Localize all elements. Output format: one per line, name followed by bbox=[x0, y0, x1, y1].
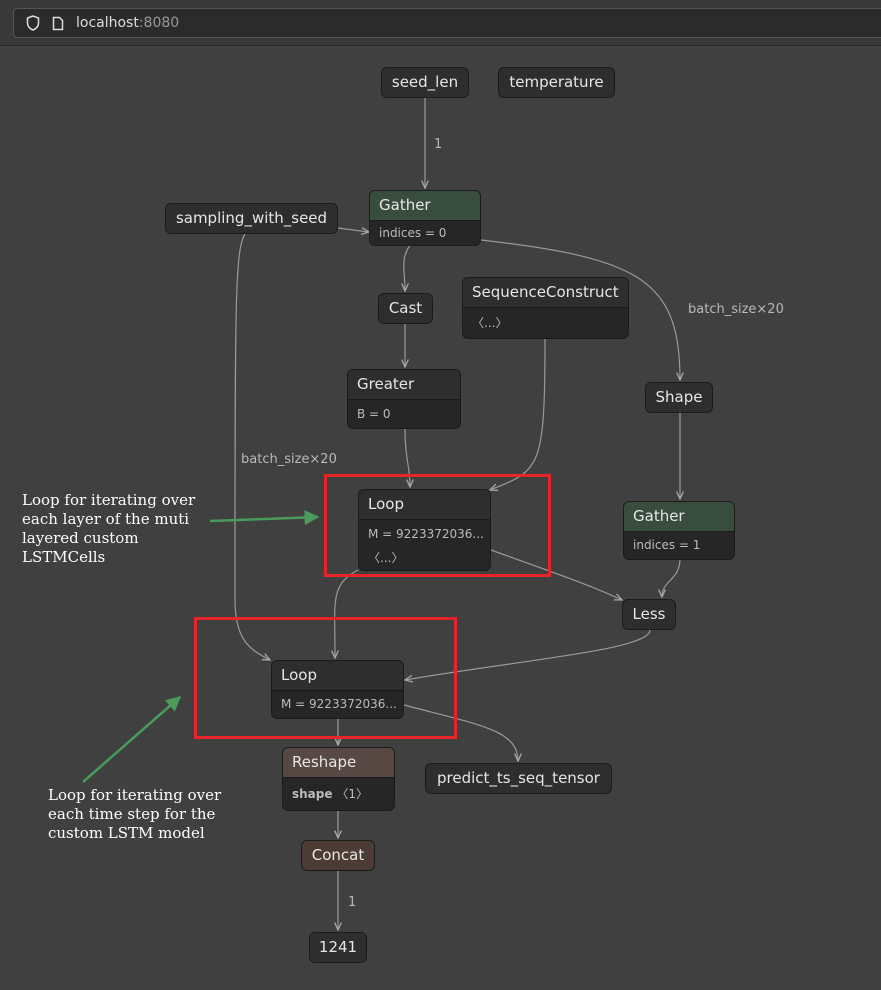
annotation-arrow bbox=[82, 696, 182, 783]
node-less[interactable]: Less bbox=[622, 599, 676, 630]
node-gather-0[interactable]: Gather indices = 0 bbox=[369, 190, 481, 246]
node-title: Gather bbox=[370, 191, 480, 221]
edge bbox=[490, 338, 546, 490]
edge-label: batch_size×20 bbox=[688, 302, 784, 317]
edge bbox=[234, 233, 270, 660]
node-attr: indices = 0 bbox=[379, 226, 447, 240]
node-shape[interactable]: Shape bbox=[645, 382, 713, 413]
attr-value: 〈1〉 bbox=[336, 787, 368, 801]
annotation-arrow bbox=[209, 510, 320, 525]
input-temperature[interactable]: temperature bbox=[498, 67, 615, 98]
node-cast[interactable]: Cast bbox=[378, 293, 433, 324]
output-1241[interactable]: 1241 bbox=[309, 932, 367, 963]
input-seed-len[interactable]: seed_len bbox=[381, 67, 469, 98]
node-sequence-construct[interactable]: SequenceConstruct 〈...〉 bbox=[462, 277, 629, 339]
edge bbox=[662, 558, 681, 597]
node-concat[interactable]: Concat bbox=[301, 840, 375, 871]
attr-key: shape bbox=[292, 787, 333, 801]
edge bbox=[337, 228, 369, 232]
node-attr: indices = 1 bbox=[633, 538, 701, 552]
node-title: Greater bbox=[348, 370, 460, 400]
edge-label: batch_size×20 bbox=[241, 452, 337, 467]
node-attr: B = 0 bbox=[357, 407, 391, 421]
node-greater[interactable]: Greater B = 0 bbox=[347, 369, 461, 429]
node-title: Gather bbox=[624, 502, 734, 532]
highlight-box-layer-loop bbox=[324, 474, 551, 577]
node-title: SequenceConstruct bbox=[463, 278, 628, 308]
node-reshape[interactable]: Reshape shape 〈1〉 bbox=[282, 747, 395, 811]
annotation-layer-loop: Loop for iterating over each layer of th… bbox=[22, 491, 196, 566]
input-sampling-with-seed[interactable]: sampling_with_seed bbox=[165, 203, 338, 234]
highlight-box-timestep-loop bbox=[194, 617, 457, 739]
output-predict-ts-seq-tensor[interactable]: predict_ts_seq_tensor bbox=[425, 763, 612, 794]
edge-label: 1 bbox=[434, 137, 443, 152]
node-gather-1[interactable]: Gather indices = 1 bbox=[623, 501, 735, 560]
edge-label: 1 bbox=[348, 895, 357, 910]
edge bbox=[404, 244, 411, 291]
node-attr: 〈...〉 bbox=[472, 316, 508, 330]
annotation-timestep-loop: Loop for iterating over each time step f… bbox=[48, 786, 222, 842]
node-title: Reshape bbox=[283, 748, 394, 778]
